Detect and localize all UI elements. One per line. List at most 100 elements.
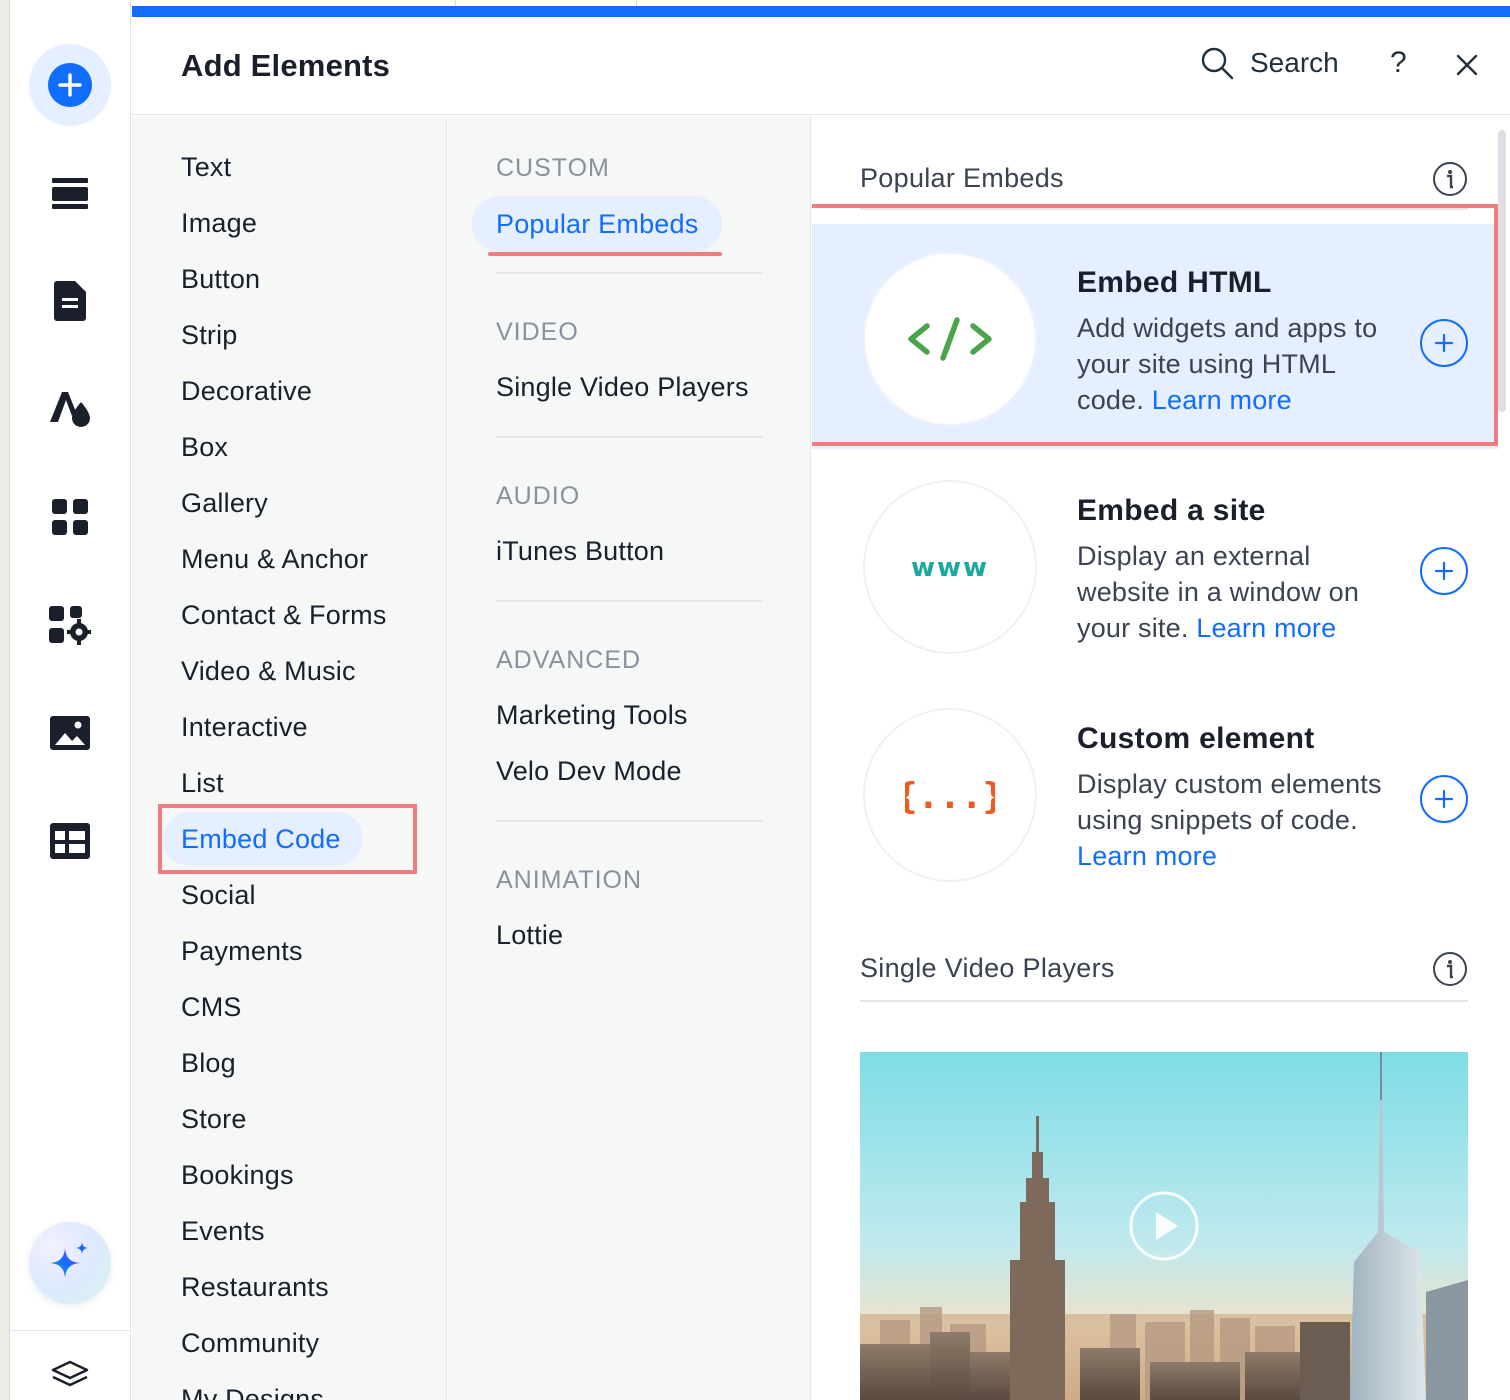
editor-topbar (132, 0, 1510, 18)
theme-icon (50, 392, 90, 427)
category-social[interactable]: Social (181, 880, 256, 911)
category-bookings[interactable]: Bookings (181, 1160, 294, 1191)
curly-braces-icon: {...} (905, 776, 995, 817)
topbar-accent (132, 6, 1510, 17)
category-list[interactable]: List (181, 768, 224, 799)
add-embed-html-button[interactable] (1420, 319, 1468, 367)
www-icon: www (911, 553, 989, 582)
subcategory-popular-embeds[interactable]: Popular Embeds (472, 196, 723, 252)
svg-text:www: www (911, 553, 989, 582)
info-icon[interactable] (1432, 951, 1468, 987)
left-toolbar (10, 0, 131, 1400)
category-box[interactable]: Box (181, 432, 228, 463)
add-embed-site-button[interactable] (1420, 547, 1468, 595)
category-payments[interactable]: Payments (181, 936, 303, 967)
embed-html-thumbnail (863, 252, 1037, 426)
section-header-audio: AUDIO (496, 482, 581, 510)
learn-more-link[interactable]: Learn more (1196, 613, 1336, 643)
learn-more-link[interactable]: Learn more (1077, 841, 1217, 871)
learn-more-link[interactable]: Learn more (1152, 385, 1292, 415)
add-elements-button[interactable] (29, 44, 111, 126)
card-description: Add widgets and apps to your site using … (1077, 310, 1407, 418)
pages-button[interactable] (29, 260, 111, 342)
ai-assistant-icon (50, 1242, 88, 1278)
section-divider (860, 208, 1468, 210)
embed-site-thumbnail: www (863, 480, 1037, 654)
window-edge (0, 0, 10, 1400)
city-skyline-image (860, 1052, 1468, 1400)
section-title-single-video-players: Single Video Players (860, 953, 1115, 983)
category-gallery[interactable]: Gallery (181, 488, 268, 519)
category-contact-forms[interactable]: Contact & Forms (181, 600, 387, 631)
subcategory-itunes-button[interactable]: iTunes Button (496, 536, 664, 567)
category-image[interactable]: Image (181, 208, 257, 239)
plus-icon (1434, 333, 1454, 353)
search-label: Search (1250, 47, 1339, 78)
divider (496, 272, 763, 274)
card-description-text: Display custom elements using snippets o… (1077, 769, 1382, 835)
category-my-designs[interactable]: My Designs (181, 1384, 324, 1400)
close-button[interactable] (1450, 48, 1484, 87)
card-title: Embed a site (1077, 494, 1266, 527)
business-tools-icon (49, 606, 91, 645)
custom-element-card[interactable]: {...} Custom element Display custom elem… (812, 680, 1498, 905)
category-restaurants[interactable]: Restaurants (181, 1272, 329, 1303)
help-button[interactable]: ? (1390, 46, 1407, 80)
sections-icon (52, 178, 88, 209)
info-icon[interactable] (1432, 161, 1468, 197)
section-header-video: VIDEO (496, 318, 579, 346)
search-button[interactable]: Search (1200, 46, 1339, 80)
category-store[interactable]: Store (181, 1104, 247, 1135)
business-tools-button[interactable] (29, 584, 111, 666)
panel-title: Add Elements (181, 48, 391, 83)
section-title-popular-embeds: Popular Embeds (860, 163, 1064, 193)
category-menu-anchor[interactable]: Menu & Anchor (181, 544, 368, 575)
cms-icon (50, 823, 90, 859)
rail-divider (10, 1330, 130, 1331)
divider (496, 820, 763, 822)
embed-site-card[interactable]: www Embed a site Display an external web… (812, 452, 1498, 677)
category-community[interactable]: Community (181, 1328, 319, 1359)
section-header-animation: ANIMATION (496, 866, 643, 894)
cms-button[interactable] (29, 800, 111, 882)
custom-element-thumbnail: {...} (863, 708, 1037, 882)
category-embed-code[interactable]: Embed Code (163, 812, 363, 866)
section-header-custom: CUSTOM (496, 154, 610, 182)
media-button[interactable] (29, 692, 111, 774)
ai-assistant-button[interactable] (29, 1222, 111, 1304)
add-custom-element-button[interactable] (1420, 775, 1468, 823)
svg-text:{...}: {...} (905, 776, 995, 817)
category-events[interactable]: Events (181, 1216, 265, 1247)
category-button[interactable]: Button (181, 264, 260, 295)
category-list: Text Image Button Strip Decorative Box G… (132, 116, 447, 1400)
card-title: Custom element (1077, 722, 1315, 755)
media-icon (50, 716, 90, 750)
category-text[interactable]: Text (181, 152, 231, 183)
category-decorative[interactable]: Decorative (181, 376, 312, 407)
add-icon (48, 63, 92, 107)
card-description: Display custom elements using snippets o… (1077, 766, 1407, 874)
sections-button[interactable] (29, 152, 111, 234)
subcategory-marketing-tools[interactable]: Marketing Tools (496, 700, 688, 731)
category-blog[interactable]: Blog (181, 1048, 236, 1079)
category-cms[interactable]: CMS (181, 992, 242, 1023)
pages-icon (54, 281, 86, 321)
layers-button[interactable] (29, 1350, 111, 1400)
category-interactive[interactable]: Interactive (181, 712, 308, 743)
site-design-button[interactable] (29, 368, 111, 450)
divider (496, 600, 763, 602)
subcategory-lottie[interactable]: Lottie (496, 920, 563, 951)
panel-header: Add Elements Search ? (132, 18, 1510, 115)
highlight-underline (488, 252, 722, 256)
video-player-preview[interactable] (860, 1052, 1468, 1400)
category-video-music[interactable]: Video & Music (181, 656, 356, 687)
subcategory-velo-dev-mode[interactable]: Velo Dev Mode (496, 756, 682, 787)
embed-html-card[interactable]: Embed HTML Add widgets and apps to your … (812, 224, 1498, 449)
subcategory-single-video-players[interactable]: Single Video Players (496, 372, 749, 403)
card-description: Display an external website in a window … (1077, 538, 1407, 646)
scrollbar[interactable] (1498, 130, 1506, 412)
category-strip[interactable]: Strip (181, 320, 238, 351)
add-apps-button[interactable] (29, 476, 111, 558)
close-icon (1456, 54, 1478, 76)
section-header-advanced: ADVANCED (496, 646, 642, 674)
